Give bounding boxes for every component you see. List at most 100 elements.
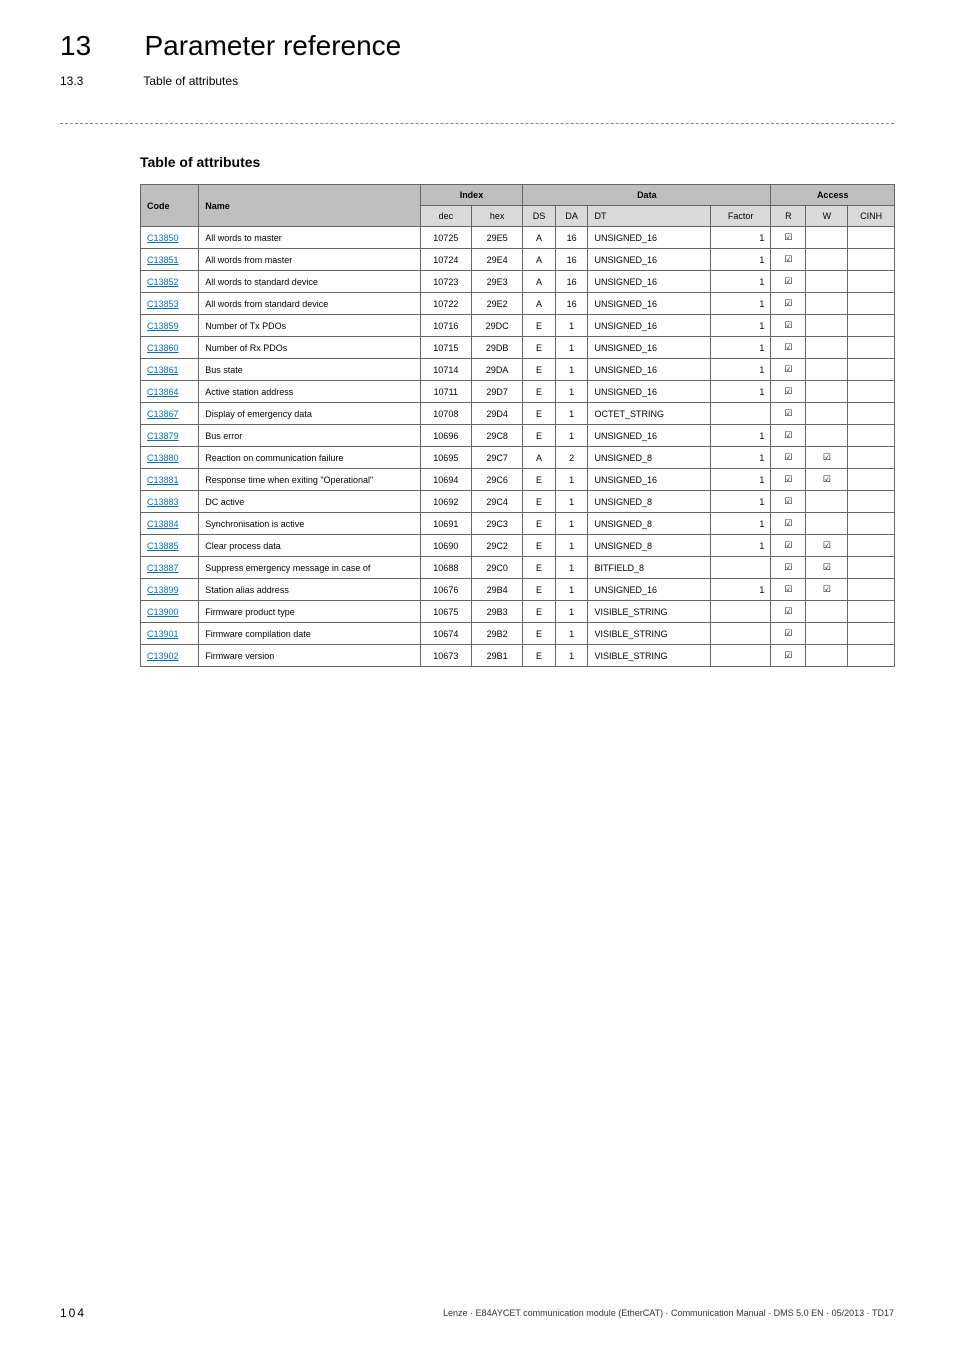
cinh-cell bbox=[848, 469, 895, 491]
page-footer: 104 Lenze · E84AYCET communication modul… bbox=[60, 1306, 894, 1320]
r-cell: ☑ bbox=[771, 381, 806, 403]
da-cell: 16 bbox=[555, 249, 588, 271]
attributes-table: Code Name Index Data Access dec hex DS D… bbox=[140, 184, 895, 667]
code-link[interactable]: C13899 bbox=[147, 585, 179, 595]
w-cell bbox=[806, 249, 848, 271]
cinh-cell bbox=[848, 293, 895, 315]
table-row: C13864Active station address1071129D7E1U… bbox=[141, 381, 895, 403]
table-row: C13883DC active1069229C4E1UNSIGNED_81☑ bbox=[141, 491, 895, 513]
da-cell: 16 bbox=[555, 227, 588, 249]
divider bbox=[60, 123, 894, 124]
code-link[interactable]: C13859 bbox=[147, 321, 179, 331]
code-link[interactable]: C13902 bbox=[147, 651, 179, 661]
ds-cell: E bbox=[523, 425, 556, 447]
code-link[interactable]: C13881 bbox=[147, 475, 179, 485]
factor-cell bbox=[710, 557, 771, 579]
ds-cell: E bbox=[523, 623, 556, 645]
dt-cell: VISIBLE_STRING bbox=[588, 623, 710, 645]
name-cell: Station alias address bbox=[199, 579, 420, 601]
r-cell: ☑ bbox=[771, 601, 806, 623]
cinh-cell bbox=[848, 249, 895, 271]
dec-cell: 10715 bbox=[420, 337, 471, 359]
factor-cell: 1 bbox=[710, 315, 771, 337]
code-link[interactable]: C13880 bbox=[147, 453, 179, 463]
code-link[interactable]: C13864 bbox=[147, 387, 179, 397]
name-cell: Bus error bbox=[199, 425, 420, 447]
w-cell bbox=[806, 337, 848, 359]
dt-cell: VISIBLE_STRING bbox=[588, 601, 710, 623]
code-link[interactable]: C13879 bbox=[147, 431, 179, 441]
da-cell: 2 bbox=[555, 447, 588, 469]
factor-cell: 1 bbox=[710, 227, 771, 249]
name-cell: Display of emergency data bbox=[199, 403, 420, 425]
code-link[interactable]: C13885 bbox=[147, 541, 179, 551]
table-row: C13853All words from standard device1072… bbox=[141, 293, 895, 315]
w-cell bbox=[806, 227, 848, 249]
da-cell: 1 bbox=[555, 579, 588, 601]
code-link[interactable]: C13884 bbox=[147, 519, 179, 529]
cinh-cell bbox=[848, 513, 895, 535]
ds-cell: E bbox=[523, 645, 556, 667]
col-header-code: Code bbox=[141, 185, 199, 227]
dt-cell: UNSIGNED_16 bbox=[588, 271, 710, 293]
r-cell: ☑ bbox=[771, 227, 806, 249]
code-link[interactable]: C13852 bbox=[147, 277, 179, 287]
dt-cell: OCTET_STRING bbox=[588, 403, 710, 425]
w-cell bbox=[806, 359, 848, 381]
page-header: 13 Parameter reference 13.3 Table of att… bbox=[0, 0, 954, 88]
cinh-cell bbox=[848, 337, 895, 359]
cinh-cell bbox=[848, 425, 895, 447]
name-cell: Clear process data bbox=[199, 535, 420, 557]
col-header-cinh: CINH bbox=[848, 206, 895, 227]
factor-cell bbox=[710, 601, 771, 623]
da-cell: 1 bbox=[555, 359, 588, 381]
da-cell: 1 bbox=[555, 337, 588, 359]
dt-cell: UNSIGNED_16 bbox=[588, 359, 710, 381]
chapter-number: 13 bbox=[60, 30, 140, 62]
dt-cell: UNSIGNED_16 bbox=[588, 315, 710, 337]
code-link[interactable]: C13900 bbox=[147, 607, 179, 617]
r-cell: ☑ bbox=[771, 403, 806, 425]
dec-cell: 10696 bbox=[420, 425, 471, 447]
factor-cell: 1 bbox=[710, 249, 771, 271]
col-header-index: Index bbox=[420, 185, 523, 206]
col-header-w: W bbox=[806, 206, 848, 227]
code-link[interactable]: C13901 bbox=[147, 629, 179, 639]
col-header-hex: hex bbox=[471, 206, 522, 227]
table-row: C13851All words from master1072429E4A16U… bbox=[141, 249, 895, 271]
dt-cell: UNSIGNED_16 bbox=[588, 381, 710, 403]
dec-cell: 10690 bbox=[420, 535, 471, 557]
factor-cell: 1 bbox=[710, 271, 771, 293]
code-link[interactable]: C13851 bbox=[147, 255, 179, 265]
hex-cell: 29C3 bbox=[471, 513, 522, 535]
dec-cell: 10695 bbox=[420, 447, 471, 469]
table-row: C13859Number of Tx PDOs1071629DCE1UNSIGN… bbox=[141, 315, 895, 337]
r-cell: ☑ bbox=[771, 315, 806, 337]
code-link[interactable]: C13861 bbox=[147, 365, 179, 375]
da-cell: 1 bbox=[555, 623, 588, 645]
ds-cell: A bbox=[523, 447, 556, 469]
code-link[interactable]: C13867 bbox=[147, 409, 179, 419]
w-cell: ☑ bbox=[806, 447, 848, 469]
code-link[interactable]: C13853 bbox=[147, 299, 179, 309]
name-cell: Firmware version bbox=[199, 645, 420, 667]
code-link[interactable]: C13887 bbox=[147, 563, 179, 573]
da-cell: 1 bbox=[555, 425, 588, 447]
code-link[interactable]: C13850 bbox=[147, 233, 179, 243]
hex-cell: 29D7 bbox=[471, 381, 522, 403]
dec-cell: 10723 bbox=[420, 271, 471, 293]
dt-cell: VISIBLE_STRING bbox=[588, 645, 710, 667]
code-link[interactable]: C13860 bbox=[147, 343, 179, 353]
da-cell: 1 bbox=[555, 557, 588, 579]
r-cell: ☑ bbox=[771, 271, 806, 293]
hex-cell: 29DA bbox=[471, 359, 522, 381]
code-link[interactable]: C13883 bbox=[147, 497, 179, 507]
chapter-title: Parameter reference bbox=[144, 30, 401, 62]
hex-cell: 29E3 bbox=[471, 271, 522, 293]
ds-cell: A bbox=[523, 227, 556, 249]
hex-cell: 29E5 bbox=[471, 227, 522, 249]
dt-cell: UNSIGNED_16 bbox=[588, 425, 710, 447]
name-cell: Response time when exiting "Operational" bbox=[199, 469, 420, 491]
hex-cell: 29D4 bbox=[471, 403, 522, 425]
ds-cell: E bbox=[523, 557, 556, 579]
